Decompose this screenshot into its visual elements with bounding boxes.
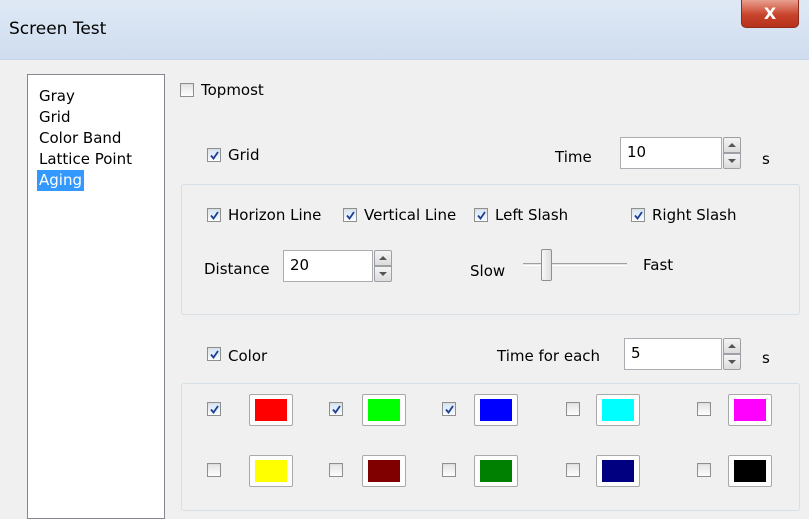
color-swatch-maroon (368, 460, 400, 482)
vertical-line-checkbox[interactable] (343, 208, 357, 222)
check-icon (210, 151, 219, 160)
color-swatch-button[interactable] (728, 394, 772, 426)
color-swatch-red (255, 399, 287, 421)
color-swatch-button[interactable] (249, 394, 293, 426)
left-slash-label: Left Slash (495, 206, 569, 224)
grid-options-group (181, 184, 800, 315)
color-swatch-yellow (255, 460, 287, 482)
grid-time-spinner[interactable] (723, 137, 741, 169)
vertical-line-label: Vertical Line (364, 206, 457, 224)
check-icon (332, 405, 341, 414)
color-swatch-checkbox[interactable] (207, 402, 221, 416)
color-swatch-black (734, 460, 766, 482)
check-icon (346, 211, 355, 220)
color-swatch-button[interactable] (596, 455, 640, 487)
color-swatch-checkbox[interactable] (697, 402, 711, 416)
mode-list[interactable]: Gray Grid Color Band Lattice Point Aging (27, 74, 165, 519)
list-item-gray[interactable]: Gray (37, 86, 77, 107)
right-slash-checkbox[interactable] (631, 208, 645, 222)
color-swatch-navy (602, 460, 634, 482)
speed-slider-thumb[interactable] (541, 249, 552, 281)
color-swatch-button[interactable] (728, 455, 772, 487)
color-swatch-checkbox[interactable] (697, 463, 711, 477)
color-swatch-green (368, 399, 400, 421)
color-time-label: Time for each (497, 347, 601, 365)
check-icon (445, 405, 454, 414)
check-icon (477, 211, 486, 220)
color-swatch-checkbox[interactable] (442, 463, 456, 477)
color-time-spinner[interactable] (723, 338, 741, 370)
color-time-unit: s (762, 349, 770, 367)
grid-time-unit: s (762, 150, 770, 168)
color-swatch-checkbox[interactable] (442, 402, 456, 416)
grid-checkbox[interactable] (207, 148, 221, 162)
check-icon (210, 350, 219, 359)
spin-down-icon[interactable] (723, 153, 741, 169)
spin-up-icon[interactable] (723, 338, 741, 354)
color-swatch-button[interactable] (596, 394, 640, 426)
topmost-label: Topmost (201, 81, 264, 99)
list-item-aging[interactable]: Aging (37, 170, 84, 191)
color-swatch-blue (480, 399, 512, 421)
topmost-checkbox[interactable] (180, 83, 194, 97)
color-swatch-button[interactable] (474, 394, 518, 426)
color-swatch-checkbox[interactable] (566, 402, 580, 416)
grid-label: Grid (228, 146, 260, 164)
speed-slow-label: Slow (470, 262, 506, 280)
color-swatch-button[interactable] (249, 455, 293, 487)
spin-down-icon[interactable] (374, 266, 392, 282)
right-slash-label: Right Slash (652, 206, 737, 224)
color-swatch-dark-green (480, 460, 512, 482)
distance-input[interactable]: 20 (283, 250, 373, 282)
spin-down-icon[interactable] (723, 354, 741, 370)
list-item-lattice-point[interactable]: Lattice Point (37, 149, 134, 170)
check-icon (210, 211, 219, 220)
check-icon (210, 405, 219, 414)
color-time-input[interactable]: 5 (624, 338, 722, 370)
color-swatch-checkbox[interactable] (566, 463, 580, 477)
spin-up-icon[interactable] (723, 137, 741, 153)
color-swatch-button[interactable] (362, 394, 406, 426)
list-item-grid[interactable]: Grid (37, 107, 72, 128)
check-icon (634, 211, 643, 220)
speed-fast-label: Fast (643, 256, 674, 274)
spin-up-icon[interactable] (374, 250, 392, 266)
left-slash-checkbox[interactable] (474, 208, 488, 222)
horizon-line-checkbox[interactable] (207, 208, 221, 222)
color-checkbox[interactable] (207, 347, 221, 361)
speed-slider-track[interactable] (523, 263, 627, 266)
color-swatch-button[interactable] (474, 455, 518, 487)
color-label: Color (228, 347, 268, 365)
distance-spinner[interactable] (374, 250, 392, 282)
list-item-color-band[interactable]: Color Band (37, 128, 123, 149)
horizon-line-label: Horizon Line (228, 206, 322, 224)
grid-time-input[interactable]: 10 (620, 137, 722, 169)
close-icon: X (763, 4, 777, 23)
distance-label: Distance (204, 260, 270, 278)
grid-time-label: Time (555, 148, 592, 166)
window-title: Screen Test (9, 19, 107, 39)
close-button[interactable]: X (741, 0, 799, 28)
color-swatch-checkbox[interactable] (329, 463, 343, 477)
color-swatch-checkbox[interactable] (329, 402, 343, 416)
color-swatch-checkbox[interactable] (207, 463, 221, 477)
color-swatch-cyan (602, 399, 634, 421)
color-swatch-button[interactable] (362, 455, 406, 487)
title-bar: Screen Test X (0, 0, 809, 60)
color-swatch-magenta (734, 399, 766, 421)
